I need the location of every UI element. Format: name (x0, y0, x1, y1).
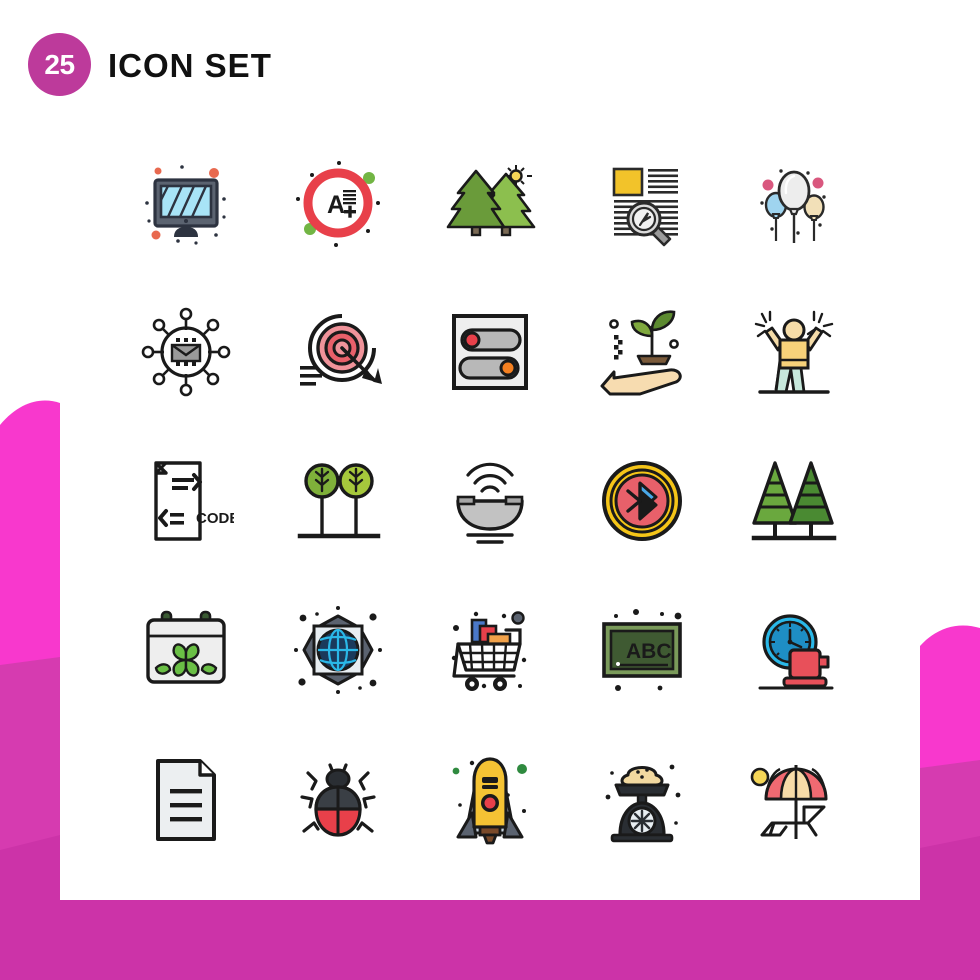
icon-cell-space-shuttle[interactable] (414, 724, 566, 873)
icon-cell-global-network[interactable] (262, 575, 414, 724)
document-search-icon (612, 167, 678, 246)
wifi-dish-icon (456, 462, 524, 544)
icon-cell-two-pine-trees[interactable] (718, 426, 870, 575)
balloons-icon (760, 168, 826, 243)
icon-cell-balloons[interactable] (718, 128, 870, 277)
beach-lounger-icon (750, 764, 828, 839)
code-file-icon: CODE (154, 460, 234, 541)
two-round-trees-icon (297, 462, 381, 538)
icon-cell-a-plus-grade[interactable]: A (262, 128, 414, 277)
icon-cell-abc-blackboard[interactable]: ABC (566, 575, 718, 724)
a-plus-grade-icon: A (296, 160, 380, 247)
icon-cell-plant-in-hand[interactable] (566, 277, 718, 426)
desktop-monitor-icon (145, 164, 226, 245)
clover-calendar-icon (146, 610, 226, 684)
space-shuttle-icon (452, 756, 527, 844)
icon-set-poster: 25 ICON SET A COD ABC (0, 0, 980, 980)
email-network-icon (141, 307, 231, 396)
icon-cell-toggle-switches[interactable] (414, 277, 566, 426)
icon-cell-wifi-dish[interactable] (414, 426, 566, 575)
kitchen-scale-icon (605, 764, 681, 842)
two-pine-trees-icon (751, 460, 837, 540)
icon-cell-document-search[interactable] (566, 128, 718, 277)
decorative-magenta-bottom-band (0, 900, 980, 980)
icon-count-value: 25 (44, 48, 75, 80)
icon-cell-celebrating-person[interactable] (718, 277, 870, 426)
target-arrow-icon (300, 313, 382, 386)
icon-cell-ladybug-beetle[interactable] (262, 724, 414, 873)
bluetooth-badge-icon (602, 460, 682, 541)
icon-cell-email-network[interactable] (110, 277, 262, 426)
svg-text:A: A (327, 191, 345, 219)
icon-cell-document-file[interactable] (110, 724, 262, 873)
page-title: ICON SET (108, 47, 272, 84)
code-file-label: CODE (196, 510, 234, 527)
icon-cell-clock-coffee-break[interactable] (718, 575, 870, 724)
icon-cell-kitchen-scale[interactable] (566, 724, 718, 873)
celebrating-person-icon (754, 310, 834, 394)
blackboard-label: ABC (626, 640, 672, 663)
poster-header: 25 ICON SET (0, 0, 980, 130)
ladybug-beetle-icon (300, 762, 376, 837)
icon-cell-shopping-cart[interactable] (414, 575, 566, 724)
icon-cell-pine-forest-sun[interactable] (414, 128, 566, 277)
icon-cell-target-arrow[interactable] (262, 277, 414, 426)
document-file-icon (156, 758, 216, 841)
decorative-magenta-right-shape (920, 625, 980, 980)
toggle-switches-icon (452, 313, 528, 390)
icon-cell-beach-lounger[interactable] (718, 724, 870, 873)
icon-grid: A COD ABC (110, 128, 870, 873)
clock-coffee-break-icon (758, 613, 834, 689)
icon-cell-code-file[interactable]: CODE (110, 426, 262, 575)
icon-cell-desktop-monitor[interactable] (110, 128, 262, 277)
decorative-magenta-left-shape (0, 400, 60, 980)
shopping-cart-icon (451, 610, 527, 691)
icon-cell-two-round-trees[interactable] (262, 426, 414, 575)
icon-cell-clover-calendar[interactable] (110, 575, 262, 724)
icon-cell-bluetooth-badge[interactable] (566, 426, 718, 575)
plant-in-hand-icon (600, 309, 682, 395)
global-network-icon (294, 605, 382, 694)
abc-blackboard-icon: ABC (602, 608, 682, 691)
pine-forest-sun-icon (446, 164, 536, 236)
icon-count-badge: 25 (28, 33, 91, 96)
